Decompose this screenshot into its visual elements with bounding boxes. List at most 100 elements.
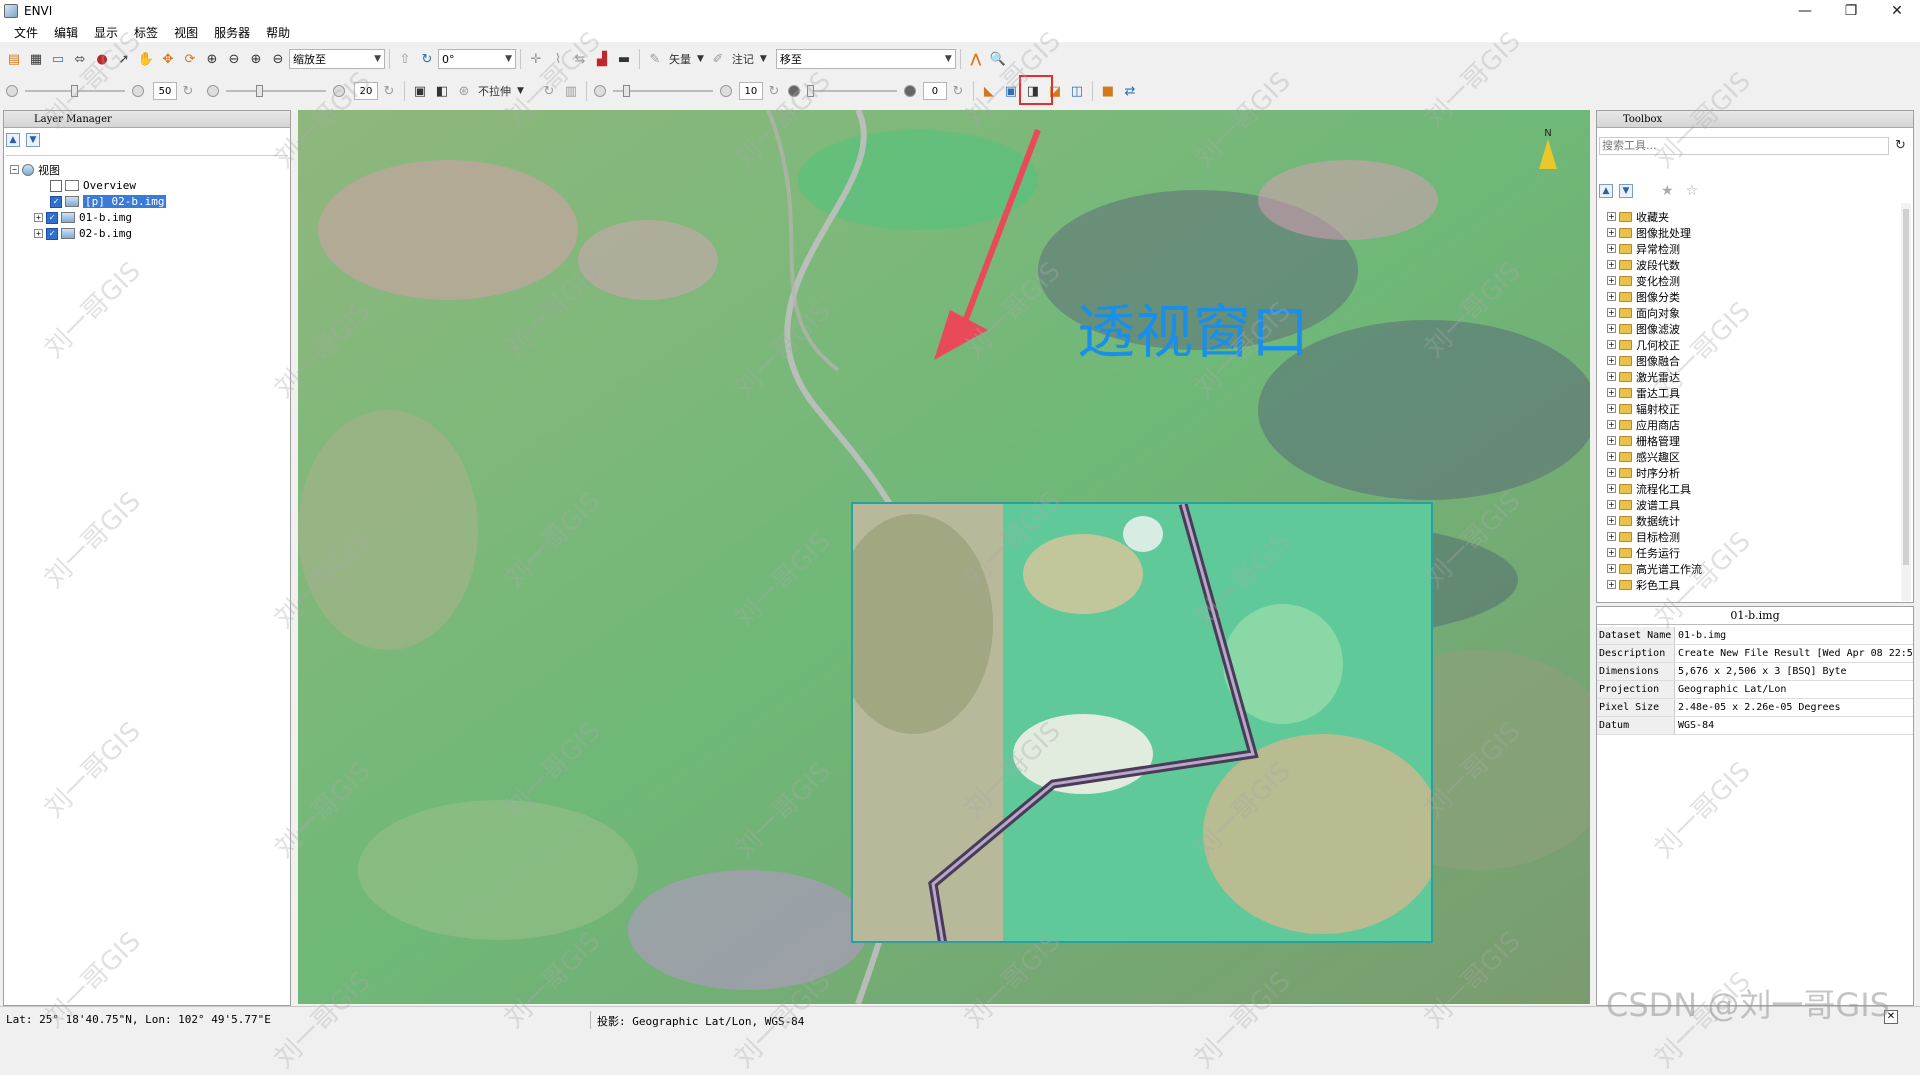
annotation-dropdown[interactable]: 注记 — [732, 51, 754, 67]
toolbox-scrollbar[interactable] — [1901, 203, 1911, 601]
expand-icon[interactable]: + — [34, 229, 43, 238]
zoom-out-icon[interactable]: ⊖ — [224, 49, 244, 69]
expand-icon[interactable]: + — [1607, 404, 1616, 413]
menu-edit[interactable]: 编辑 — [46, 24, 86, 41]
rotation-combo[interactable]: 0° ▼ — [438, 49, 516, 69]
expand-all-icon[interactable]: ▼ — [1619, 184, 1633, 198]
layer-checkbox[interactable] — [50, 179, 62, 192]
expand-icon[interactable]: + — [1607, 212, 1616, 221]
collapse-icon[interactable]: − — [10, 165, 19, 174]
toolbox-folder[interactable]: + 激光雷达 — [1607, 369, 1680, 384]
expand-icon[interactable]: + — [1607, 532, 1616, 541]
expand-icon[interactable]: + — [1607, 356, 1616, 365]
pin-icon[interactable]: ● — [92, 49, 112, 69]
expand-icon[interactable]: + — [1607, 340, 1616, 349]
swipe-icon[interactable]: ⇆ — [570, 49, 590, 69]
expand-icon[interactable]: + — [1607, 276, 1616, 285]
toolbox-folder[interactable]: + 任务运行 — [1607, 545, 1680, 560]
expand-icon[interactable]: + — [1607, 452, 1616, 461]
toolbox-folder[interactable]: + 栅格管理 — [1607, 433, 1680, 448]
annotation-icon[interactable]: ✐ — [708, 49, 728, 69]
hand-pan-icon[interactable]: ✋ — [136, 49, 156, 69]
expand-icon[interactable]: + — [1607, 244, 1616, 253]
toolbox-folder[interactable]: + 图像融合 — [1607, 353, 1680, 368]
layer-checkbox[interactable]: ✓ — [46, 227, 58, 240]
brightness-value[interactable]: 50 — [153, 82, 177, 100]
envi-logo-icon[interactable]: ⋀ — [966, 49, 986, 69]
chart-icon[interactable]: ▟ — [592, 49, 612, 69]
toolbox-folder[interactable]: + 流程化工具 — [1607, 481, 1691, 496]
measure-icon[interactable]: ⌇ — [548, 49, 568, 69]
expand-icon[interactable]: + — [1607, 324, 1616, 333]
layer-checkbox[interactable]: ✓ — [50, 195, 62, 208]
reset-transparency-icon[interactable]: ↻ — [948, 81, 968, 101]
expand-icon[interactable]: + — [1607, 516, 1616, 525]
toolbox-folder[interactable]: + 感兴趣区 — [1607, 449, 1680, 464]
transparency-value[interactable]: 0 — [922, 82, 947, 100]
sync-icon[interactable]: ⇄ — [1120, 81, 1140, 101]
expand-icon[interactable]: + — [1607, 500, 1616, 509]
refresh-icon[interactable]: ↻ — [1895, 138, 1906, 153]
toolbox-folder[interactable]: + 图像批处理 — [1607, 225, 1691, 240]
brightness-slider[interactable] — [25, 84, 125, 98]
toolbox-folder[interactable]: + 收藏夹 — [1607, 209, 1669, 224]
toolbox-folder[interactable]: + 波谱工具 — [1607, 497, 1680, 512]
chip-view-icon[interactable]: ▣ — [410, 81, 430, 101]
vector-icon[interactable]: ✎ — [645, 49, 665, 69]
zoom-fixed-out-icon[interactable]: ⊖ — [268, 49, 288, 69]
layer-checkbox[interactable]: ✓ — [46, 211, 58, 224]
expand-icon[interactable]: + — [34, 213, 43, 222]
zoom-in-icon[interactable]: ⊕ — [202, 49, 222, 69]
keyboard-icon[interactable]: ▬ — [614, 49, 634, 69]
new-view-icon[interactable]: ▭ — [48, 49, 68, 69]
map-view[interactable]: 透视窗口 N — [298, 110, 1590, 1004]
reset-brightness-icon[interactable]: ↻ — [178, 81, 198, 101]
open-file-icon[interactable]: ▤ — [4, 49, 24, 69]
tree-root[interactable]: − 视图 — [10, 162, 60, 177]
add-favorite-icon[interactable]: ★ — [1661, 183, 1674, 199]
zoom-combo[interactable]: 缩放至 ▼ — [289, 49, 385, 69]
maximize-button[interactable]: ❐ — [1828, 0, 1874, 22]
menu-label[interactable]: 标签 — [126, 24, 166, 41]
toolbox-folder[interactable]: + 应用商店 — [1607, 417, 1680, 432]
collapse-all-icon[interactable]: ▲ — [6, 133, 20, 147]
layer-item-02b[interactable]: + ✓ 02-b.img — [34, 226, 132, 241]
zoom-fixed-in-icon[interactable]: ⊕ — [246, 49, 266, 69]
toolbox-folder[interactable]: + 目标检测 — [1607, 529, 1680, 544]
expand-icon[interactable]: + — [1607, 308, 1616, 317]
search-icon[interactable]: 🔍 — [988, 49, 1008, 69]
expand-icon[interactable]: + — [1607, 484, 1616, 493]
toolbox-folder[interactable]: + 变化检测 — [1607, 273, 1680, 288]
histogram-icon[interactable]: ▥ — [561, 81, 581, 101]
rotate-icon[interactable]: ⟳ — [180, 49, 200, 69]
layer-item-01b[interactable]: + ✓ 01-b.img — [34, 210, 132, 225]
tool-search-input[interactable]: 搜索工具... — [1599, 137, 1889, 155]
menu-server[interactable]: 服务器 — [206, 24, 258, 41]
goto-input[interactable]: 移至 ▼ — [775, 49, 956, 69]
layer-item-overview[interactable]: Overview — [50, 178, 136, 193]
rotate-north-icon[interactable]: ⇧ — [395, 49, 415, 69]
expand-icon[interactable]: + — [1607, 548, 1616, 557]
expand-icon[interactable]: + — [1607, 260, 1616, 269]
expand-icon[interactable]: + — [1607, 228, 1616, 237]
reset-contrast-icon[interactable]: ↻ — [379, 81, 399, 101]
contrast-slider[interactable] — [226, 84, 326, 98]
toolbox-folder[interactable]: + 波段代数 — [1607, 257, 1680, 272]
expand-icon[interactable]: + — [1607, 436, 1616, 445]
remove-favorite-icon[interactable]: ☆ — [1686, 183, 1699, 199]
stretch-settings-icon[interactable]: ⊛ — [454, 81, 474, 101]
toolbox-folder[interactable]: + 面向对象 — [1607, 305, 1680, 320]
reset-sharpen-icon[interactable]: ↻ — [764, 81, 784, 101]
portal-icon[interactable]: ▣ — [1001, 81, 1021, 101]
fly-icon[interactable]: ✥ — [158, 49, 178, 69]
expand-icon[interactable]: + — [1607, 564, 1616, 573]
measure-tool-icon[interactable]: ◣ — [979, 81, 999, 101]
swipe-view-icon[interactable]: ◫ — [1067, 81, 1087, 101]
refresh-stretch-icon[interactable]: ↻ — [539, 81, 559, 101]
toolbox-folder[interactable]: + 几何校正 — [1607, 337, 1680, 352]
expand-icon[interactable]: + — [1607, 468, 1616, 477]
menu-view[interactable]: 视图 — [166, 24, 206, 41]
close-button[interactable]: ✕ — [1874, 0, 1920, 22]
expand-icon[interactable]: + — [1607, 292, 1616, 301]
expand-icon[interactable]: + — [1607, 420, 1616, 429]
